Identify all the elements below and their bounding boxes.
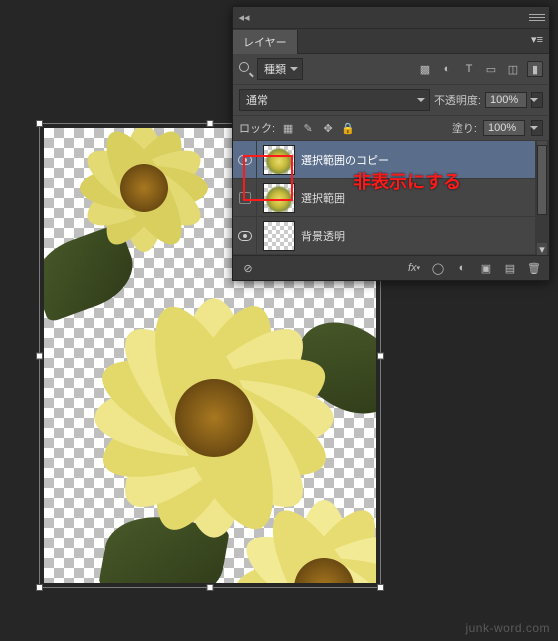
blend-mode-dropdown[interactable]: 通常 [239, 89, 430, 111]
panel-menu-icon[interactable] [529, 14, 545, 21]
scrollbar-thumb[interactable] [537, 145, 547, 215]
visibility-toggle[interactable] [233, 179, 257, 216]
eye-icon [238, 155, 252, 165]
lock-label: ロック: [239, 120, 275, 136]
delete-layer-icon[interactable]: 🗑 [525, 260, 543, 276]
image-filter-icon[interactable]: ▩ [417, 61, 433, 77]
new-layer-icon[interactable]: ▤ [501, 260, 519, 276]
layer-item[interactable]: 選択範囲のコピー [233, 141, 549, 179]
layers-panel: ◂◂ レイヤー ▾≡ 種類 ▩ ◐ T ▭ ◫ ▮ 通常 不透明度: 100% … [232, 6, 550, 281]
transform-handle[interactable] [377, 584, 384, 591]
visibility-toggle[interactable] [233, 217, 257, 254]
layer-thumbnail[interactable] [263, 183, 295, 213]
lock-move-icon[interactable]: ✥ [321, 121, 335, 135]
panel-tabs: レイヤー ▾≡ [233, 29, 549, 54]
layer-item[interactable]: 選択範囲 [233, 179, 549, 217]
layer-list: 選択範囲のコピー選択範囲背景透明 ▴ ▾ [233, 141, 549, 255]
filter-toggle[interactable]: ▮ [527, 61, 543, 77]
tab-layers[interactable]: レイヤー [233, 30, 298, 54]
layer-mask-icon[interactable]: ◯ [429, 260, 447, 276]
panel-header: ◂◂ [233, 7, 549, 29]
transform-handle[interactable] [36, 352, 43, 359]
search-icon [239, 62, 253, 76]
opacity-spinner[interactable] [531, 92, 543, 108]
transform-handle[interactable] [36, 120, 43, 127]
layer-name[interactable]: 選択範囲のコピー [301, 152, 389, 168]
filter-kind-dropdown[interactable]: 種類 [257, 58, 303, 80]
scroll-down-icon[interactable]: ▾ [537, 243, 547, 255]
fx-icon[interactable]: fx▾ [405, 260, 423, 276]
panel-footer: ⊘ fx▾ ◯ ◐ ▣ ▤ 🗑 [233, 255, 549, 280]
layer-name[interactable]: 背景透明 [301, 228, 345, 244]
layer-thumbnail[interactable] [263, 145, 295, 175]
lock-row: ロック: ▦ ✎ ✥ 🔒 塗り: 100% [233, 116, 549, 141]
fill-input[interactable]: 100% [483, 120, 525, 136]
opacity-label: 不透明度: [434, 92, 481, 108]
lock-paint-icon[interactable]: ✎ [301, 121, 315, 135]
eye-off-icon [239, 192, 251, 204]
layer-item[interactable]: 背景透明 [233, 217, 549, 255]
lock-transparency-icon[interactable]: ▦ [281, 121, 295, 135]
adjustment-layer-icon[interactable]: ◐ [453, 260, 471, 276]
transform-handle[interactable] [36, 584, 43, 591]
watermark: junk-word.com [465, 621, 550, 635]
fill-label: 塗り: [452, 120, 477, 136]
layer-thumbnail[interactable] [263, 221, 295, 251]
text-filter-icon[interactable]: T [461, 61, 477, 77]
transform-handle[interactable] [207, 120, 214, 127]
transform-handle[interactable] [377, 352, 384, 359]
tab-menu-icon[interactable]: ▾≡ [525, 29, 549, 53]
blend-row: 通常 不透明度: 100% [233, 85, 549, 116]
group-icon[interactable]: ▣ [477, 260, 495, 276]
visibility-toggle[interactable] [233, 141, 257, 178]
eye-icon [238, 231, 252, 241]
layer-name[interactable]: 選択範囲 [301, 190, 345, 206]
lock-all-icon[interactable]: 🔒 [341, 121, 355, 135]
transform-handle[interactable] [207, 584, 214, 591]
smart-filter-icon[interactable]: ◫ [505, 61, 521, 77]
layers-scrollbar[interactable]: ▴ ▾ [535, 141, 549, 255]
panel-collapse-icon[interactable]: ◂◂ [237, 11, 251, 25]
filter-row: 種類 ▩ ◐ T ▭ ◫ ▮ [233, 54, 549, 85]
link-layers-icon[interactable]: ⊘ [239, 260, 257, 276]
shape-filter-icon[interactable]: ▭ [483, 61, 499, 77]
fill-spinner[interactable] [531, 120, 543, 136]
adjustment-filter-icon[interactable]: ◐ [439, 61, 455, 77]
opacity-input[interactable]: 100% [485, 92, 527, 108]
